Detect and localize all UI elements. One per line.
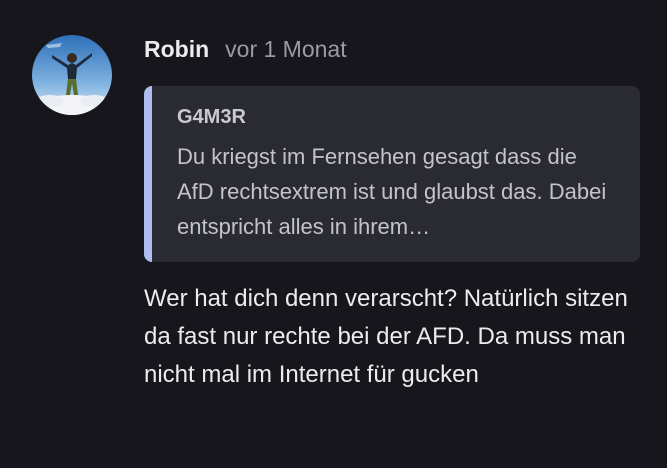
comment-header: Robin vor 1 Monat bbox=[144, 36, 347, 66]
quoted-comment[interactable]: G4M3R Du kriegst im Fernsehen gesagt das… bbox=[144, 86, 640, 262]
user-avatar-icon bbox=[32, 35, 112, 115]
comment-body: Wer hat dich denn verarscht? Natürlich s… bbox=[144, 285, 628, 388]
comment: Robin vor 1 Monat G4M3R Du kriegst im Fe… bbox=[0, 0, 667, 468]
quoted-author-name: G4M3R bbox=[177, 106, 246, 128]
quote-accent-bar bbox=[144, 86, 152, 262]
author-name[interactable]: Robin bbox=[144, 36, 209, 63]
comment-timestamp[interactable]: vor 1 Monat bbox=[225, 36, 346, 63]
avatar[interactable] bbox=[32, 35, 112, 115]
quoted-text: Du kriegst im Fernsehen gesagt dass die … bbox=[177, 144, 607, 239]
